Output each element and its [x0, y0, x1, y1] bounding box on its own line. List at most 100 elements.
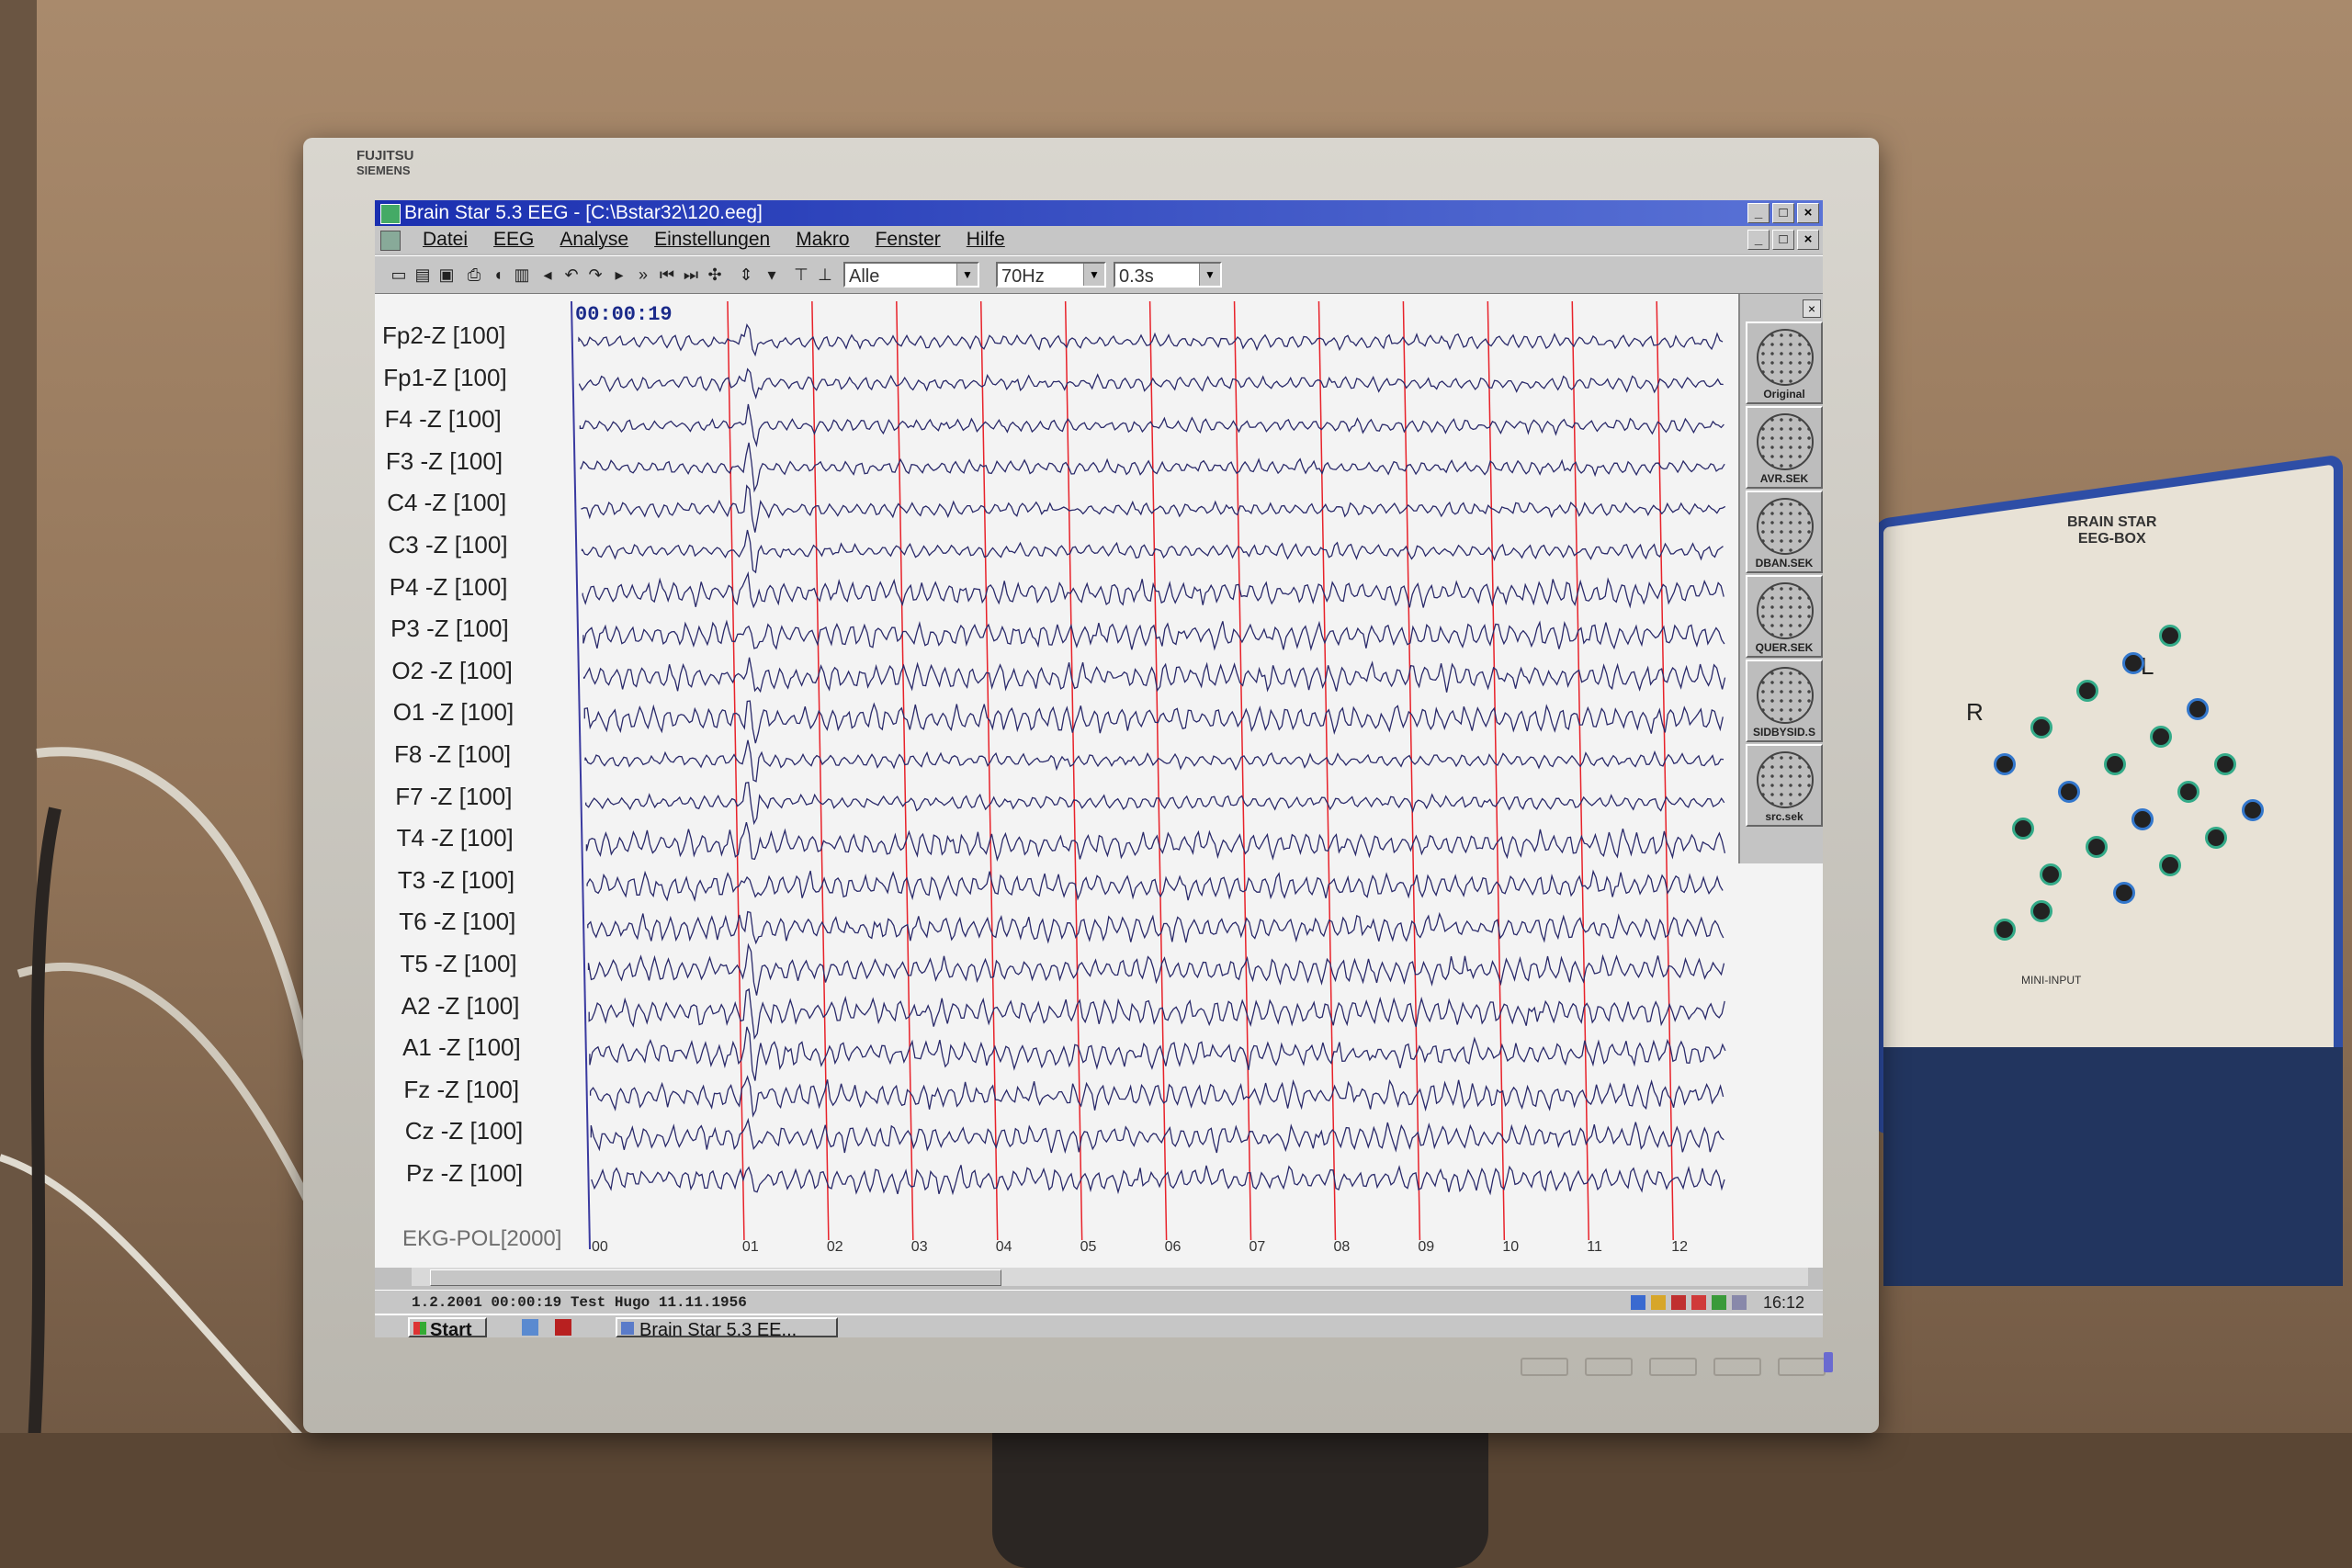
menu-einstellungen[interactable]: Einstellungen — [654, 226, 770, 254]
channel-label[interactable]: C3 -Z [100] — [389, 531, 508, 559]
minimize-button[interactable]: _ — [1747, 203, 1770, 223]
print-icon[interactable]: ⎙ — [463, 264, 485, 286]
montage-src-button[interactable]: src.sek — [1746, 744, 1823, 827]
electrode-socket — [2113, 882, 2135, 904]
step-back-icon[interactable]: ↶ — [560, 264, 582, 286]
start-button[interactable]: Start — [408, 1317, 487, 1337]
channel-label[interactable]: C4 -Z [100] — [387, 489, 506, 517]
step-forward-icon[interactable]: ↷ — [584, 264, 606, 286]
start-label: Start — [430, 1320, 472, 1337]
channel-label[interactable]: F7 -Z [100] — [395, 783, 512, 811]
save-icon[interactable]: ▣ — [435, 264, 458, 286]
electrode-socket — [2242, 799, 2264, 821]
eeg-trace — [581, 529, 1724, 574]
fast-forward-icon[interactable]: » — [632, 264, 654, 286]
channel-label[interactable]: F8 -Z [100] — [394, 740, 511, 769]
channel-label[interactable]: F4 -Z [100] — [385, 405, 502, 434]
go-end-icon[interactable]: ⏭ — [680, 264, 702, 286]
eeg-box-panel — [1883, 464, 2334, 1125]
taskbar-item-brainstar[interactable]: Brain Star 5.3 EE... — [616, 1317, 838, 1337]
menu-hilfe[interactable]: Hilfe — [967, 226, 1005, 254]
chevron-down-icon[interactable]: ▼ — [956, 264, 978, 286]
filter-select[interactable]: 70Hz ▼ — [996, 262, 1106, 288]
window-titlebar[interactable]: Brain Star 5.3 EEG - [C:\Bstar32\120.eeg… — [375, 200, 1823, 226]
split-view-icon[interactable]: ▥ — [511, 264, 533, 286]
menu-analyse[interactable]: Analyse — [560, 226, 628, 254]
close-icon[interactable]: × — [1803, 299, 1821, 318]
document-icon[interactable] — [380, 231, 401, 251]
channel-select[interactable]: Alle ▼ — [843, 262, 979, 288]
eeg-traces: 0001020304050607080910111213 — [571, 300, 1726, 1255]
electrode-socket — [2122, 652, 2144, 674]
printer-icon[interactable] — [1711, 1295, 1726, 1310]
eeg-box-title: BRAIN STAR EEG-BOX — [2067, 514, 2156, 547]
channel-label[interactable]: A1 -Z [100] — [402, 1033, 521, 1062]
antivirus-icon[interactable] — [1670, 1295, 1686, 1310]
marker-icon[interactable]: ✣ — [704, 264, 726, 286]
montage-label: DBAN.SEK — [1755, 557, 1814, 570]
amplitude-up-icon[interactable]: ⊤ — [790, 264, 812, 286]
channel-label[interactable]: F3 -Z [100] — [386, 447, 503, 476]
doc-close-button[interactable]: × — [1797, 230, 1819, 250]
montage-original-button[interactable]: Original — [1746, 321, 1823, 404]
app-icon[interactable] — [380, 204, 401, 224]
channel-label[interactable]: T4 -Z [100] — [397, 824, 514, 852]
montage-avr-button[interactable]: AVR.SEK — [1746, 406, 1823, 489]
montage-sidbysid-button[interactable]: SIDBYSID.S — [1746, 660, 1823, 742]
menu-datei[interactable]: Datei — [423, 226, 468, 254]
channel-label[interactable]: Fp2-Z [100] — [382, 321, 505, 350]
close-button[interactable]: × — [1797, 203, 1819, 223]
horizontal-scrollbar[interactable] — [412, 1268, 1808, 1286]
bezel-button[interactable] — [1585, 1358, 1633, 1376]
scrollbar-thumb[interactable] — [430, 1269, 1001, 1286]
volume-icon[interactable] — [1731, 1295, 1747, 1310]
scale-icon[interactable]: ⇕ — [735, 264, 757, 286]
chevron-down-icon[interactable]: ▼ — [1199, 264, 1220, 286]
menu-eeg[interactable]: EEG — [493, 226, 534, 254]
electrode-socket — [2187, 698, 2209, 720]
go-start-icon[interactable]: ⏮ — [656, 264, 678, 286]
bezel-button[interactable] — [1713, 1358, 1761, 1376]
channel-label[interactable]: T3 -Z [100] — [398, 866, 514, 895]
timeconstant-select[interactable]: 0.3s ▼ — [1114, 262, 1222, 288]
channel-label[interactable]: Cz -Z [100] — [405, 1117, 524, 1145]
doc-restore-button[interactable]: □ — [1772, 230, 1794, 250]
montage-quer-button[interactable]: QUER.SEK — [1746, 575, 1823, 658]
acrobat-icon[interactable] — [1690, 1295, 1706, 1310]
channel-label[interactable]: P4 -Z [100] — [390, 573, 508, 602]
amplitude-down-icon[interactable]: ⊥ — [814, 264, 836, 286]
channel-label[interactable]: T6 -Z [100] — [399, 908, 515, 936]
scale-dropdown-icon[interactable]: ▾ — [761, 264, 783, 286]
channel-label[interactable]: O1 -Z [100] — [393, 698, 514, 727]
channel-label[interactable]: Pz -Z [100] — [406, 1159, 523, 1188]
arrow-right-icon[interactable]: ▸ — [608, 264, 630, 286]
bezel-button[interactable] — [1778, 1358, 1826, 1376]
channel-label[interactable]: O2 -Z [100] — [391, 657, 513, 685]
bezel-button[interactable] — [1649, 1358, 1697, 1376]
montage-dban-button[interactable]: DBAN.SEK — [1746, 491, 1823, 573]
montage-label: src.sek — [1765, 810, 1804, 823]
bezel-button[interactable] — [1521, 1358, 1568, 1376]
arrow-left-icon[interactable]: ◂ — [537, 264, 559, 286]
channel-label[interactable]: Fp1-Z [100] — [383, 364, 506, 392]
channel-label[interactable]: Fz -Z [100] — [403, 1076, 519, 1104]
channel-label[interactable]: T5 -Z [100] — [401, 950, 517, 978]
app-quicklaunch-icon[interactable] — [555, 1319, 571, 1336]
open-folder-icon[interactable]: ▭ — [388, 264, 410, 286]
explorer-quicklaunch-icon[interactable] — [522, 1319, 538, 1336]
eeg-display[interactable]: 0001020304050607080910111213 00:00:19 Fp… — [375, 294, 1823, 1268]
menu-fenster[interactable]: Fenster — [876, 226, 941, 254]
chevron-down-icon[interactable]: ▼ — [1083, 264, 1104, 286]
mouse-icon[interactable]: ◖ — [487, 264, 509, 286]
network-icon[interactable] — [1630, 1295, 1645, 1310]
electrode-socket — [1994, 919, 2016, 941]
channel-label[interactable]: A2 -Z [100] — [401, 992, 520, 1021]
channel-label[interactable]: P3 -Z [100] — [390, 615, 509, 643]
menu-makro[interactable]: Makro — [796, 226, 849, 254]
eeg-trace — [582, 657, 1726, 694]
table-icon[interactable]: ▤ — [412, 264, 434, 286]
head-schema-icon — [1757, 413, 1814, 470]
maximize-button[interactable]: □ — [1772, 203, 1794, 223]
doc-minimize-button[interactable]: _ — [1747, 230, 1770, 250]
folder-icon[interactable] — [1650, 1295, 1666, 1310]
